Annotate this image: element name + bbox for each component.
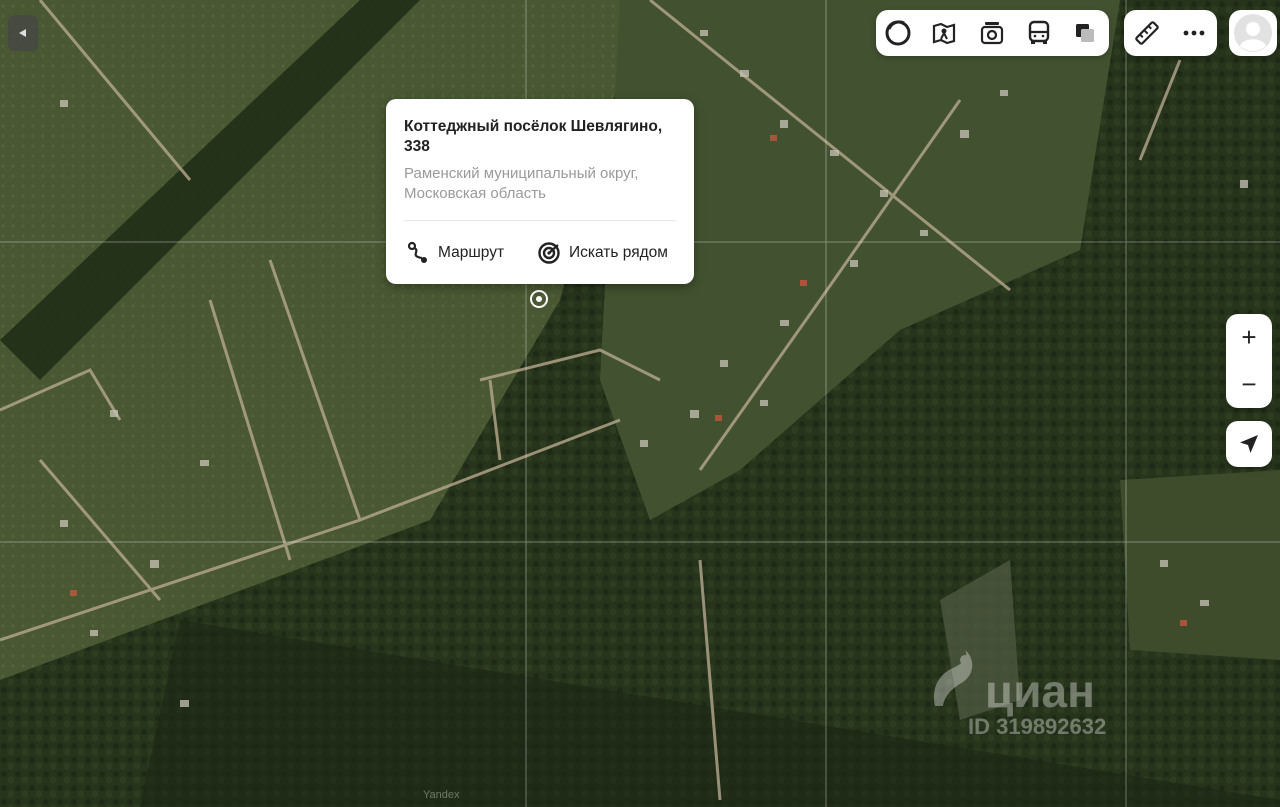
- selected-point-marker[interactable]: [530, 290, 548, 308]
- plus-icon: +: [1241, 321, 1257, 352]
- yandex-watermark: Yandex: [423, 789, 460, 801]
- collapse-sidebar-button[interactable]: [8, 15, 38, 51]
- zoom-out-button[interactable]: −: [1226, 361, 1272, 407]
- tools-toolbar: [1124, 10, 1217, 56]
- map-style-icon: [1076, 24, 1094, 42]
- map-layers-toolbar: [876, 10, 1109, 56]
- photo-icon: [980, 22, 1004, 45]
- route-button[interactable]: Маршрут: [406, 239, 504, 267]
- ruler-button[interactable]: [1131, 17, 1163, 49]
- minus-icon: −: [1241, 368, 1257, 399]
- transport-button[interactable]: [1023, 17, 1055, 49]
- more-button[interactable]: [1178, 17, 1210, 49]
- ruler-icon: [1135, 21, 1159, 45]
- place-title: Коттеджный посёлок Шевлягино, 338: [404, 118, 663, 155]
- profile-button[interactable]: [1229, 10, 1277, 56]
- route-icon: [407, 241, 427, 263]
- search-nearby-button[interactable]: Искать рядом: [537, 239, 668, 267]
- place-popup: Коттеджный посёлок Шевлягино, 338 Раменс…: [386, 99, 694, 284]
- my-location-button[interactable]: [1226, 421, 1272, 467]
- panorama-button[interactable]: [928, 17, 960, 49]
- cian-watermark-id: ID 319892632: [968, 714, 1107, 739]
- cian-watermark-brand: циан: [985, 665, 1095, 717]
- layers-button[interactable]: [882, 17, 914, 49]
- route-label: Маршрут: [438, 244, 505, 261]
- layers-icon: [885, 20, 911, 46]
- more-icon: [1183, 30, 1205, 36]
- search-nearby-label: Искать рядом: [569, 244, 668, 261]
- avatar-icon: [1234, 14, 1272, 52]
- target-icon: [538, 242, 560, 264]
- panorama-icon: [932, 22, 956, 45]
- photo-button[interactable]: [976, 17, 1008, 49]
- location-arrow-icon: [1240, 435, 1258, 453]
- transport-icon: [1028, 20, 1050, 44]
- zoom-controls: + −: [1226, 314, 1272, 408]
- place-address: Раменский муниципальный округ, Московска…: [404, 165, 639, 202]
- popup-divider: [404, 220, 676, 221]
- triangle-left-icon: [19, 29, 26, 37]
- zoom-in-button[interactable]: +: [1226, 314, 1272, 360]
- map-style-button[interactable]: [1069, 17, 1101, 49]
- cian-logo-icon: [933, 650, 973, 706]
